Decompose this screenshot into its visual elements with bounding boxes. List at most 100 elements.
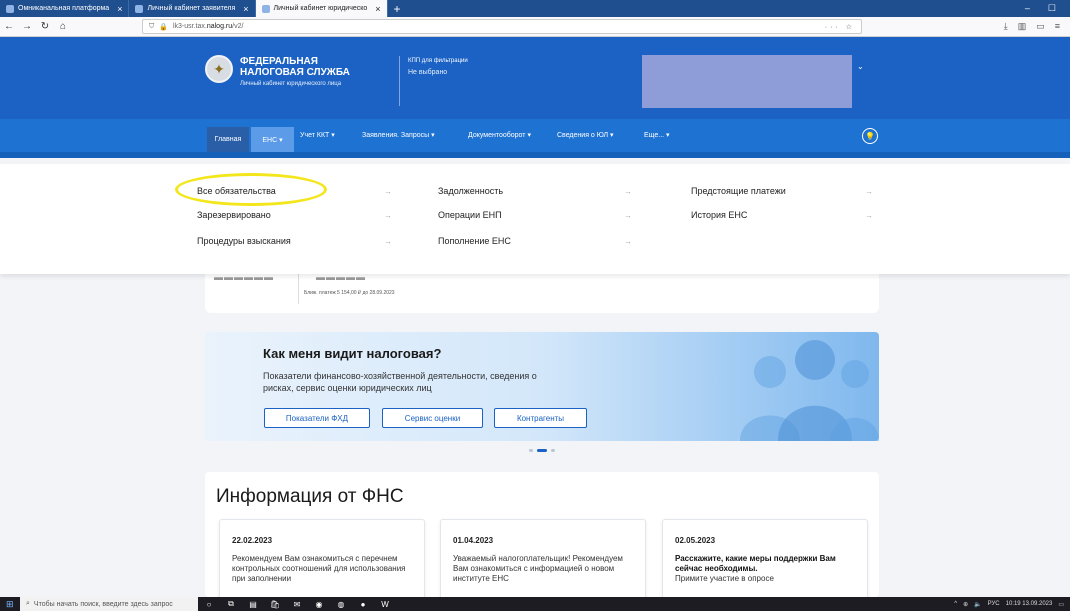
arrow-right-icon: →: [384, 211, 392, 220]
maximize-button[interactable]: ☐: [1048, 3, 1056, 14]
tab-label: Омниканальная платформа: [18, 5, 110, 12]
carousel-dot[interactable]: [529, 449, 533, 452]
arrow-right-icon: →: [624, 211, 632, 220]
menu-item-reserved[interactable]: Зарезервировано: [197, 210, 271, 220]
menu-item-debt[interactable]: Задолженность: [438, 186, 503, 196]
chevron-down-icon[interactable]: ⌄: [857, 62, 864, 71]
nav-item-ens[interactable]: ЕНС ▾: [251, 127, 294, 152]
search-placeholder: Чтобы начать поиск, введите здесь запрос: [33, 600, 173, 608]
lock-icon: 🔒: [159, 23, 168, 31]
kpp-label: КПП для фильтрации: [408, 58, 468, 64]
network-icon[interactable]: ⊕: [963, 601, 968, 608]
minimize-button[interactable]: –: [1025, 3, 1030, 14]
store-icon[interactable]: 🛍: [264, 600, 286, 609]
news-card[interactable]: 02.05.2023 Расскажите, какие меры поддер…: [662, 519, 868, 599]
fns-emblem-icon[interactable]: ✦: [205, 55, 233, 83]
close-icon[interactable]: ×: [375, 4, 380, 14]
carousel-dot-active[interactable]: [537, 449, 547, 452]
menu-item-upcoming-payments[interactable]: Предстоящие платежи: [691, 186, 786, 196]
browser-tab-bar: Омниканальная платформа × Личный кабинет …: [0, 0, 1070, 17]
shield-icon: ⛉: [149, 22, 155, 30]
address-bar[interactable]: ⛉ 🔒 lk3-usr.tax.nalog.ru/v2/ ··· ☆: [142, 19, 862, 34]
firefox-icon[interactable]: ◉: [308, 600, 330, 609]
close-icon[interactable]: ×: [243, 4, 248, 14]
carousel-dot[interactable]: [551, 449, 555, 452]
arrow-right-icon: →: [865, 187, 873, 196]
menu-icon[interactable]: ≡: [1055, 21, 1060, 32]
sidebar-icon[interactable]: ▭: [1036, 21, 1045, 32]
mail-icon[interactable]: ✉: [286, 600, 308, 609]
browser-toolbar: ← → ↻ ⌂ ⛉ 🔒 lk3-usr.tax.nalog.ru/v2/ ···…: [0, 17, 1070, 37]
ens-dropdown-menu: [0, 164, 1070, 274]
arrow-right-icon: →: [624, 237, 632, 246]
news-card[interactable]: 01.04.2023 Уважаемый налогоплательщик! Р…: [440, 519, 646, 599]
volume-icon[interactable]: 🔈: [974, 601, 981, 608]
word-icon[interactable]: W: [374, 600, 396, 609]
tab-favicon: [261, 4, 270, 13]
home-icon[interactable]: ⌂: [54, 21, 72, 32]
notifications-icon[interactable]: ▭: [1058, 601, 1064, 608]
news-headline: Расскажите, какие меры поддержки Вам сей…: [675, 554, 836, 573]
app-icon[interactable]: ▤: [242, 600, 264, 609]
library-icon[interactable]: ▥: [1018, 21, 1027, 32]
tab-favicon: [135, 4, 144, 13]
windows-start-icon[interactable]: ⊞: [6, 599, 20, 610]
menu-item-enp-operations[interactable]: Операции ЕНП: [438, 210, 502, 220]
brand-line2: НАЛОГОВАЯ СЛУЖБА: [240, 67, 350, 78]
nav-item-kkt[interactable]: Учет ККТ ▾: [300, 131, 335, 139]
news-title: Информация от ФНС: [216, 486, 404, 507]
search-icon: ⌕: [26, 600, 30, 607]
news-text: Рекомендуем Вам ознакомиться с перечнем …: [232, 554, 406, 583]
reload-icon[interactable]: ↻: [36, 21, 54, 32]
system-tray: ^ ⊕ 🔈 РУС 10:19 13.09.2023 ▭: [954, 601, 1070, 608]
windows-taskbar: ⊞ ⌕ Чтобы начать поиск, введите здесь зап…: [0, 597, 1070, 611]
account-selector-redacted[interactable]: [642, 55, 852, 108]
clock[interactable]: 10:19 13.09.2023: [1006, 601, 1053, 607]
lightbulb-icon[interactable]: 💡: [862, 128, 878, 144]
browser-tab-2[interactable]: Личный кабинет заявителя ×: [129, 0, 256, 17]
nav-item-requests[interactable]: Заявления. Запросы ▾: [362, 131, 435, 139]
task-view-icon[interactable]: ⧉: [220, 599, 242, 609]
arrow-right-icon: →: [624, 187, 632, 196]
tab-label: Личный кабинет заявителя: [147, 5, 236, 12]
news-date: 02.05.2023: [675, 536, 716, 545]
app-icon[interactable]: ●: [352, 600, 374, 609]
taskbar-search[interactable]: ⌕ Чтобы начать поиск, введите здесь запро…: [20, 597, 198, 611]
main-nav: [0, 119, 1070, 158]
nav-item-docflow[interactable]: Документооборот ▾: [468, 131, 531, 139]
tab-label: Личный кабинет юридическо: [273, 5, 368, 12]
back-icon[interactable]: ←: [0, 21, 18, 32]
page-actions-icon[interactable]: ··· ☆: [825, 23, 855, 31]
close-icon[interactable]: ×: [117, 4, 122, 14]
tab-favicon: [6, 4, 14, 13]
counterparties-button[interactable]: Контрагенты: [494, 408, 587, 428]
cortana-icon[interactable]: ○: [198, 600, 220, 609]
app-icon[interactable]: ◍: [330, 600, 352, 609]
rating-service-button[interactable]: Сервис оценки: [382, 408, 483, 428]
menu-item-ens-topup[interactable]: Пополнение ЕНС: [438, 236, 511, 246]
arrow-right-icon: →: [384, 187, 392, 196]
nav-item-main[interactable]: Главная: [207, 127, 249, 152]
promo-description: Показатели финансово-хозяйственной деяте…: [263, 371, 537, 393]
forward-icon[interactable]: →: [18, 21, 36, 32]
nav-item-more[interactable]: Еще... ▾: [644, 131, 670, 139]
language-indicator[interactable]: РУС: [988, 601, 1000, 607]
news-date: 22.02.2023: [232, 536, 273, 545]
fhd-button[interactable]: Показатели ФХД: [264, 408, 370, 428]
nav-item-company-info[interactable]: Сведения о ЮЛ ▾: [557, 131, 614, 139]
brand[interactable]: ФЕДЕРАЛЬНАЯ НАЛОГОВАЯ СЛУЖБА Личный каби…: [240, 56, 395, 87]
download-icon[interactable]: ⤓: [1004, 21, 1008, 32]
new-tab-button[interactable]: +: [388, 2, 407, 16]
highlight-ellipse-annotation: [175, 173, 327, 206]
browser-tab-3[interactable]: Личный кабинет юридическо ×: [255, 0, 388, 17]
divider: [399, 56, 400, 106]
menu-item-ens-history[interactable]: История ЕНС: [691, 210, 747, 220]
news-date: 01.04.2023: [453, 536, 494, 545]
news-text: Примите участие в опросе: [675, 574, 774, 583]
kpp-filter[interactable]: КПП для фильтрации Не выбрано: [408, 58, 468, 76]
people-silhouette-icon: [740, 340, 879, 441]
menu-item-recovery-procedures[interactable]: Процедуры взыскания: [197, 236, 291, 246]
news-card[interactable]: 22.02.2023 Рекомендуем Вам ознакомиться …: [219, 519, 425, 599]
browser-tab-1[interactable]: Омниканальная платформа ×: [0, 0, 130, 17]
tray-arrow-icon[interactable]: ^: [954, 601, 957, 607]
